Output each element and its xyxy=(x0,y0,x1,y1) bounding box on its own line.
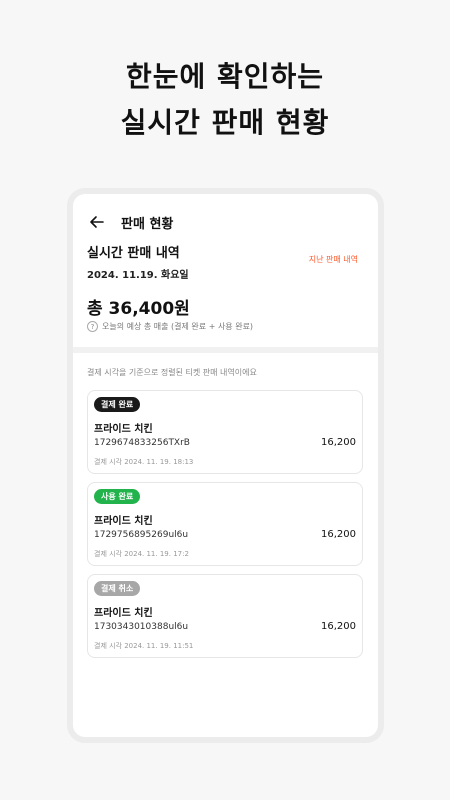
sale-card[interactable]: 결제 완료 프라이드 치킨 1729674833256TXrB 16,200 결… xyxy=(87,390,363,474)
sales-status-screen: 판매 현황 실시간 판매 내역 지난 판매 내역 2024. 11.19. 화요… xyxy=(73,194,378,737)
order-number: 1730343010388ul6u xyxy=(94,622,189,632)
question-icon[interactable]: ? xyxy=(87,321,98,332)
sales-date: 2024. 11.19. 화요일 xyxy=(87,270,189,281)
promo-headline-line2: 실시간 판매 현황 xyxy=(120,106,330,139)
sale-card[interactable]: 결제 취소 프라이드 치킨 1730343010388ul6u 16,200 결… xyxy=(87,574,363,658)
help-text: 오늘의 예상 총 매출 (결제 완료 + 사용 완료) xyxy=(102,322,254,331)
total-sales: 총 36,400원 xyxy=(87,299,190,319)
arrow-left-icon[interactable] xyxy=(87,212,107,232)
status-badge: 결제 완료 xyxy=(94,397,141,412)
total-help: ? 오늘의 예상 총 매출 (결제 완료 + 사용 완료) xyxy=(87,321,253,332)
section-divider xyxy=(73,347,378,353)
past-sales-link[interactable]: 지난 판매 내역 xyxy=(309,254,358,265)
section-title: 실시간 판매 내역 xyxy=(87,246,180,261)
item-name: 프라이드 치킨 xyxy=(94,424,153,435)
status-badge: 결제 취소 xyxy=(94,581,141,596)
order-number: 1729756895269ul6u xyxy=(94,530,189,540)
payment-time: 결제 시각 2024. 11. 19. 18:13 xyxy=(94,458,194,466)
list-caption: 결제 시각을 기준으로 정렬된 티켓 판매 내역이에요 xyxy=(87,368,257,377)
sale-amount: 16,200 xyxy=(321,529,356,540)
order-number: 1729674833256TXrB xyxy=(94,438,190,448)
sale-amount: 16,200 xyxy=(321,621,356,632)
top-nav: 판매 현황 xyxy=(87,210,173,234)
page-title: 판매 현황 xyxy=(121,216,174,232)
sale-amount: 16,200 xyxy=(321,437,356,448)
payment-time: 결제 시각 2024. 11. 19. 17:2 xyxy=(94,550,189,558)
status-badge: 사용 완료 xyxy=(94,489,141,504)
item-name: 프라이드 치킨 xyxy=(94,608,153,619)
sale-card[interactable]: 사용 완료 프라이드 치킨 1729756895269ul6u 16,200 결… xyxy=(87,482,363,566)
payment-time: 결제 시각 2024. 11. 19. 11:51 xyxy=(94,642,194,650)
phone-frame: 판매 현황 실시간 판매 내역 지난 판매 내역 2024. 11.19. 화요… xyxy=(67,188,384,743)
item-name: 프라이드 치킨 xyxy=(94,516,153,527)
promo-headline-line1: 한눈에 확인하는 xyxy=(125,60,325,93)
